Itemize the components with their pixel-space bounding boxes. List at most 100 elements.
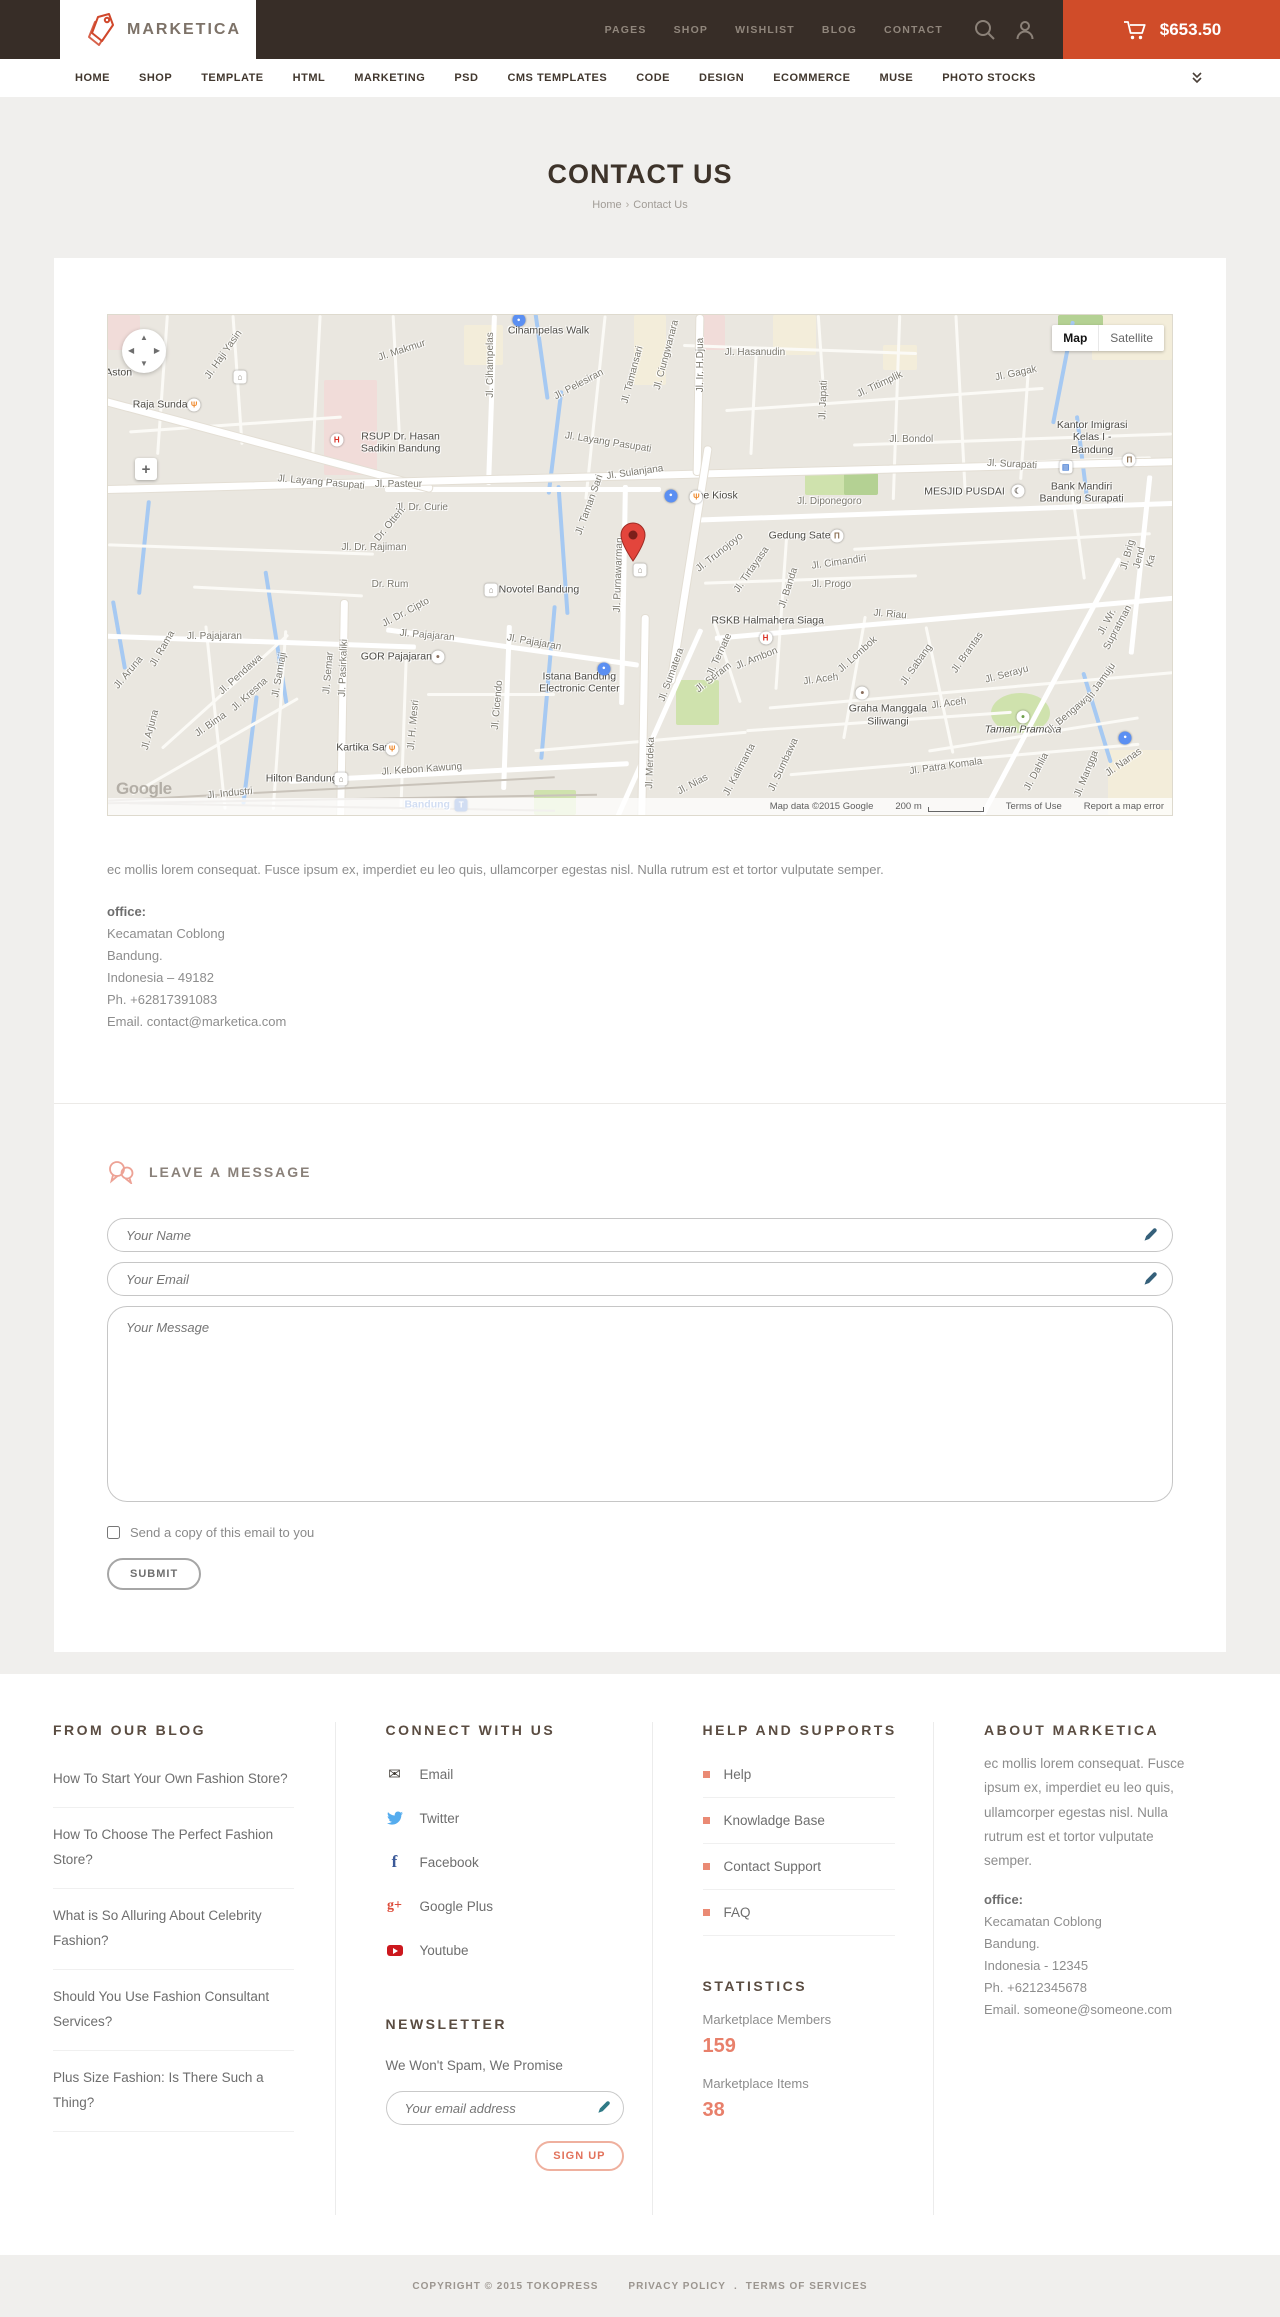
map-label: Bank Mandiri Bandung Surapati [1039,479,1124,505]
help-link[interactable]: FAQ [702,1890,895,1936]
stat-label: Marketplace Members [702,2012,832,2027]
social-email[interactable]: ✉ Email [386,1752,624,1796]
page-title: CONTACT US [547,159,733,189]
top-nav: PAGES SHOP WISHLIST BLOG CONTACT [605,24,943,36]
map-label: Jl. H. Mesri [406,699,422,751]
menu-muse[interactable]: MUSE [879,72,913,84]
logo[interactable]: MARKETICA [60,0,256,59]
search-icon[interactable] [973,18,997,42]
newsletter-email-input[interactable] [385,2091,624,2125]
menu-html[interactable]: HTML [293,72,326,84]
map-label: Jl. Layang Pasupati [564,429,653,455]
map-label: Jl. Gagak [993,363,1038,383]
menu-code[interactable]: CODE [636,72,670,84]
office-line: Indonesia - 12345 [984,1958,1089,1974]
cart-button[interactable]: $653.50 [1063,0,1280,59]
map-scalebar [927,807,984,812]
pan-right-icon[interactable]: ▶ [154,347,160,355]
topnav-pages[interactable]: PAGES [605,24,647,36]
help-link[interactable]: Contact Support [702,1844,895,1890]
map-label: Jl. Japati [817,380,830,420]
map-label: Jl. Riau [872,607,908,622]
hotel-poi-icon: ⌂ [233,370,247,384]
hospital-poi-icon: H [759,631,773,644]
map-label: Gedung Sate [768,529,831,542]
menu-psd[interactable]: PSD [454,72,478,84]
report-map-error-link[interactable]: Report a map error [1084,801,1164,812]
submit-button[interactable]: SUBMIT [107,1558,202,1590]
topnav-wishlist[interactable]: WISHLIST [735,24,795,36]
pan-down-icon[interactable]: ▼ [140,360,148,368]
menu-shop[interactable]: SHOP [139,72,172,84]
blog-link[interactable]: How To Start Your Own Fashion Store? [53,1752,294,1808]
newsletter-tagline: We Won't Spam, We Promise [385,2058,563,2073]
footer-connect-column: CONNECT WITH US ✉ Email Twitter f Facebo… [334,1722,652,2215]
menu-home[interactable]: HOME [75,72,110,84]
map-type-map-button[interactable]: Map [1052,325,1099,351]
send-copy-checkbox[interactable] [107,1526,120,1539]
social-youtube[interactable]: Youtube [386,1928,624,1972]
topnav-shop[interactable]: SHOP [674,24,709,36]
map-label: Jl. Pajajaran [505,631,562,653]
topnav-contact[interactable]: CONTACT [884,24,943,36]
terms-of-use-link[interactable]: Terms of Use [1006,801,1062,812]
cart-total: $653.50 [1159,19,1222,39]
map-label: Jl. Tamansari [619,345,645,405]
user-icon[interactable] [1013,18,1037,42]
blog-link[interactable]: What is So Alluring About Celebrity Fash… [53,1889,294,1970]
office-line: Ph. +62817391083 [107,992,218,1007]
restaurant-poi-icon: Ψ [187,398,201,412]
map-label: Jl. Diponegoro [797,495,862,507]
breadcrumb-home[interactable]: Home [592,199,621,211]
shop-poi-icon: ● [597,662,611,675]
blog-link[interactable]: Should You Use Fashion Consultant Servic… [53,1970,294,2051]
topnav-blog[interactable]: BLOG [822,24,857,36]
menu-ecommerce[interactable]: ECOMMERCE [773,72,850,84]
map-label: Jl. Pasirkaliki [337,638,351,697]
help-link[interactable]: Help [702,1752,895,1798]
youtube-icon [386,1944,404,1956]
parkdot-poi-icon: ● [1016,710,1030,723]
hotel-poi-icon: ⌂ [334,772,348,786]
map-attribution: Map data ©2015 Google 200 m Terms of Use… [108,798,1172,815]
menu-template[interactable]: TEMPLATE [201,72,263,84]
chevron-down-icon[interactable] [1190,71,1204,85]
menu-design[interactable]: DESIGN [699,72,744,84]
pan-left-icon[interactable]: ◀ [128,347,134,355]
map-label: Jl. Makmur [376,337,427,364]
terms-of-services-link[interactable]: TERMS OF SERVICES [746,2281,868,2292]
map-label: GOR Pajajaran [360,650,432,663]
help-link[interactable]: Knowladge Base [702,1798,895,1844]
name-input[interactable] [107,1218,1173,1252]
menu-marketing[interactable]: MARKETING [354,72,425,84]
pan-up-icon[interactable]: ▲ [140,334,148,342]
map-zoom-in-button[interactable]: + [135,458,157,480]
menu-photo-stocks[interactable]: PHOTO STOCKS [942,72,1036,84]
map-label: Jl. Brig Jend Ka [1118,538,1159,571]
social-twitter[interactable]: Twitter [386,1796,624,1840]
map-label: Jl. Bondol [889,434,934,445]
email-input[interactable] [107,1262,1173,1296]
map-pan-control[interactable]: ▲ ▼ ◀ ▶ [122,329,166,373]
social-facebook[interactable]: f Facebook [386,1840,624,1884]
square-bullet-icon [702,1771,710,1778]
blog-link[interactable]: Plus Size Fashion: Is There Such a Thing… [53,2051,294,2132]
message-textarea[interactable] [107,1306,1173,1502]
blog-link[interactable]: How To Choose The Perfect Fashion Store? [53,1808,294,1889]
footer-help-column: HELP AND SUPPORTS Help Knowladge Base Co… [651,1722,934,2215]
map-label: Kantor Imigrasi Kelas I - Bandung [1056,418,1128,456]
social-google-plus[interactable]: g+ Google Plus [386,1884,624,1928]
sign-up-button[interactable]: SIGN UP [535,2141,624,2171]
facebook-icon: f [391,1852,398,1871]
about-heading: ABOUT MARKETICA [984,1722,1160,1738]
map-type-satellite-button[interactable]: Satellite [1098,325,1164,351]
privacy-policy-link[interactable]: PRIVACY POLICY [628,2281,726,2292]
chat-bubbles-icon [107,1160,135,1184]
footer: FROM OUR BLOG How To Start Your Own Fash… [0,1674,1280,2255]
menu-cms-templates[interactable]: CMS TEMPLATES [507,72,607,84]
map-label: Dr. Rum [371,579,409,590]
google-map[interactable]: Aston Raja Sunda Jl. Haji Yasin Jl. Makmur J… [107,314,1173,816]
dot-poi-icon: ● [855,686,869,699]
office-line: Bandung. [984,1936,1040,1952]
map-marker-pin[interactable] [620,522,646,567]
